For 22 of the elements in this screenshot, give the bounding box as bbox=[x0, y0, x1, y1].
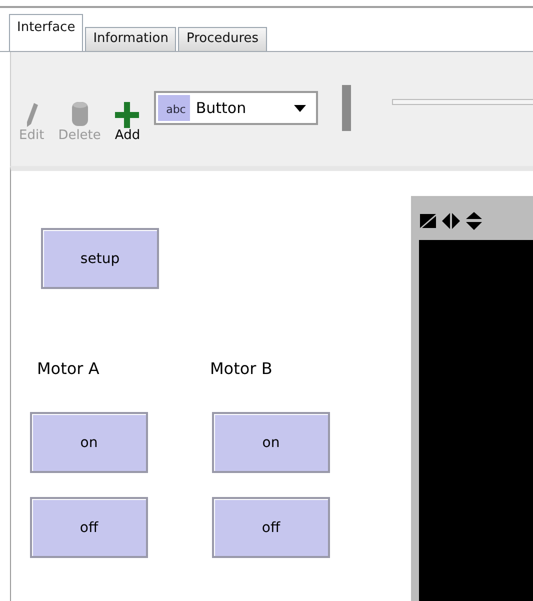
widget-button[interactable]: off bbox=[30, 497, 148, 558]
note-label: Motor B bbox=[210, 359, 272, 378]
caret-icon bbox=[294, 104, 306, 112]
tab[interactable]: Interface bbox=[9, 14, 84, 51]
button-widget-icon: abc bbox=[158, 95, 190, 121]
trash-can-icon bbox=[70, 100, 90, 128]
note-label: Motor A bbox=[37, 359, 100, 378]
vertical-arrows-icon[interactable] bbox=[465, 211, 483, 231]
widget-type-dropdown[interactable]: abc Button bbox=[154, 91, 318, 125]
resize-icon[interactable] bbox=[419, 213, 437, 229]
pencil-icon bbox=[24, 102, 39, 128]
toolbar-separator bbox=[342, 85, 352, 131]
plus-icon bbox=[115, 102, 140, 128]
widget-button[interactable]: on bbox=[30, 412, 148, 473]
widget-button[interactable]: off bbox=[212, 497, 330, 558]
tab[interactable]: Information bbox=[85, 27, 176, 51]
horizontal-arrows-icon[interactable] bbox=[441, 212, 461, 230]
widget-button[interactable]: setup bbox=[41, 228, 159, 289]
add-button[interactable]: Add bbox=[114, 85, 140, 143]
tab[interactable]: Procedures bbox=[178, 27, 267, 51]
widget-button[interactable]: on bbox=[212, 412, 330, 473]
speed-slider-track[interactable] bbox=[392, 99, 533, 105]
